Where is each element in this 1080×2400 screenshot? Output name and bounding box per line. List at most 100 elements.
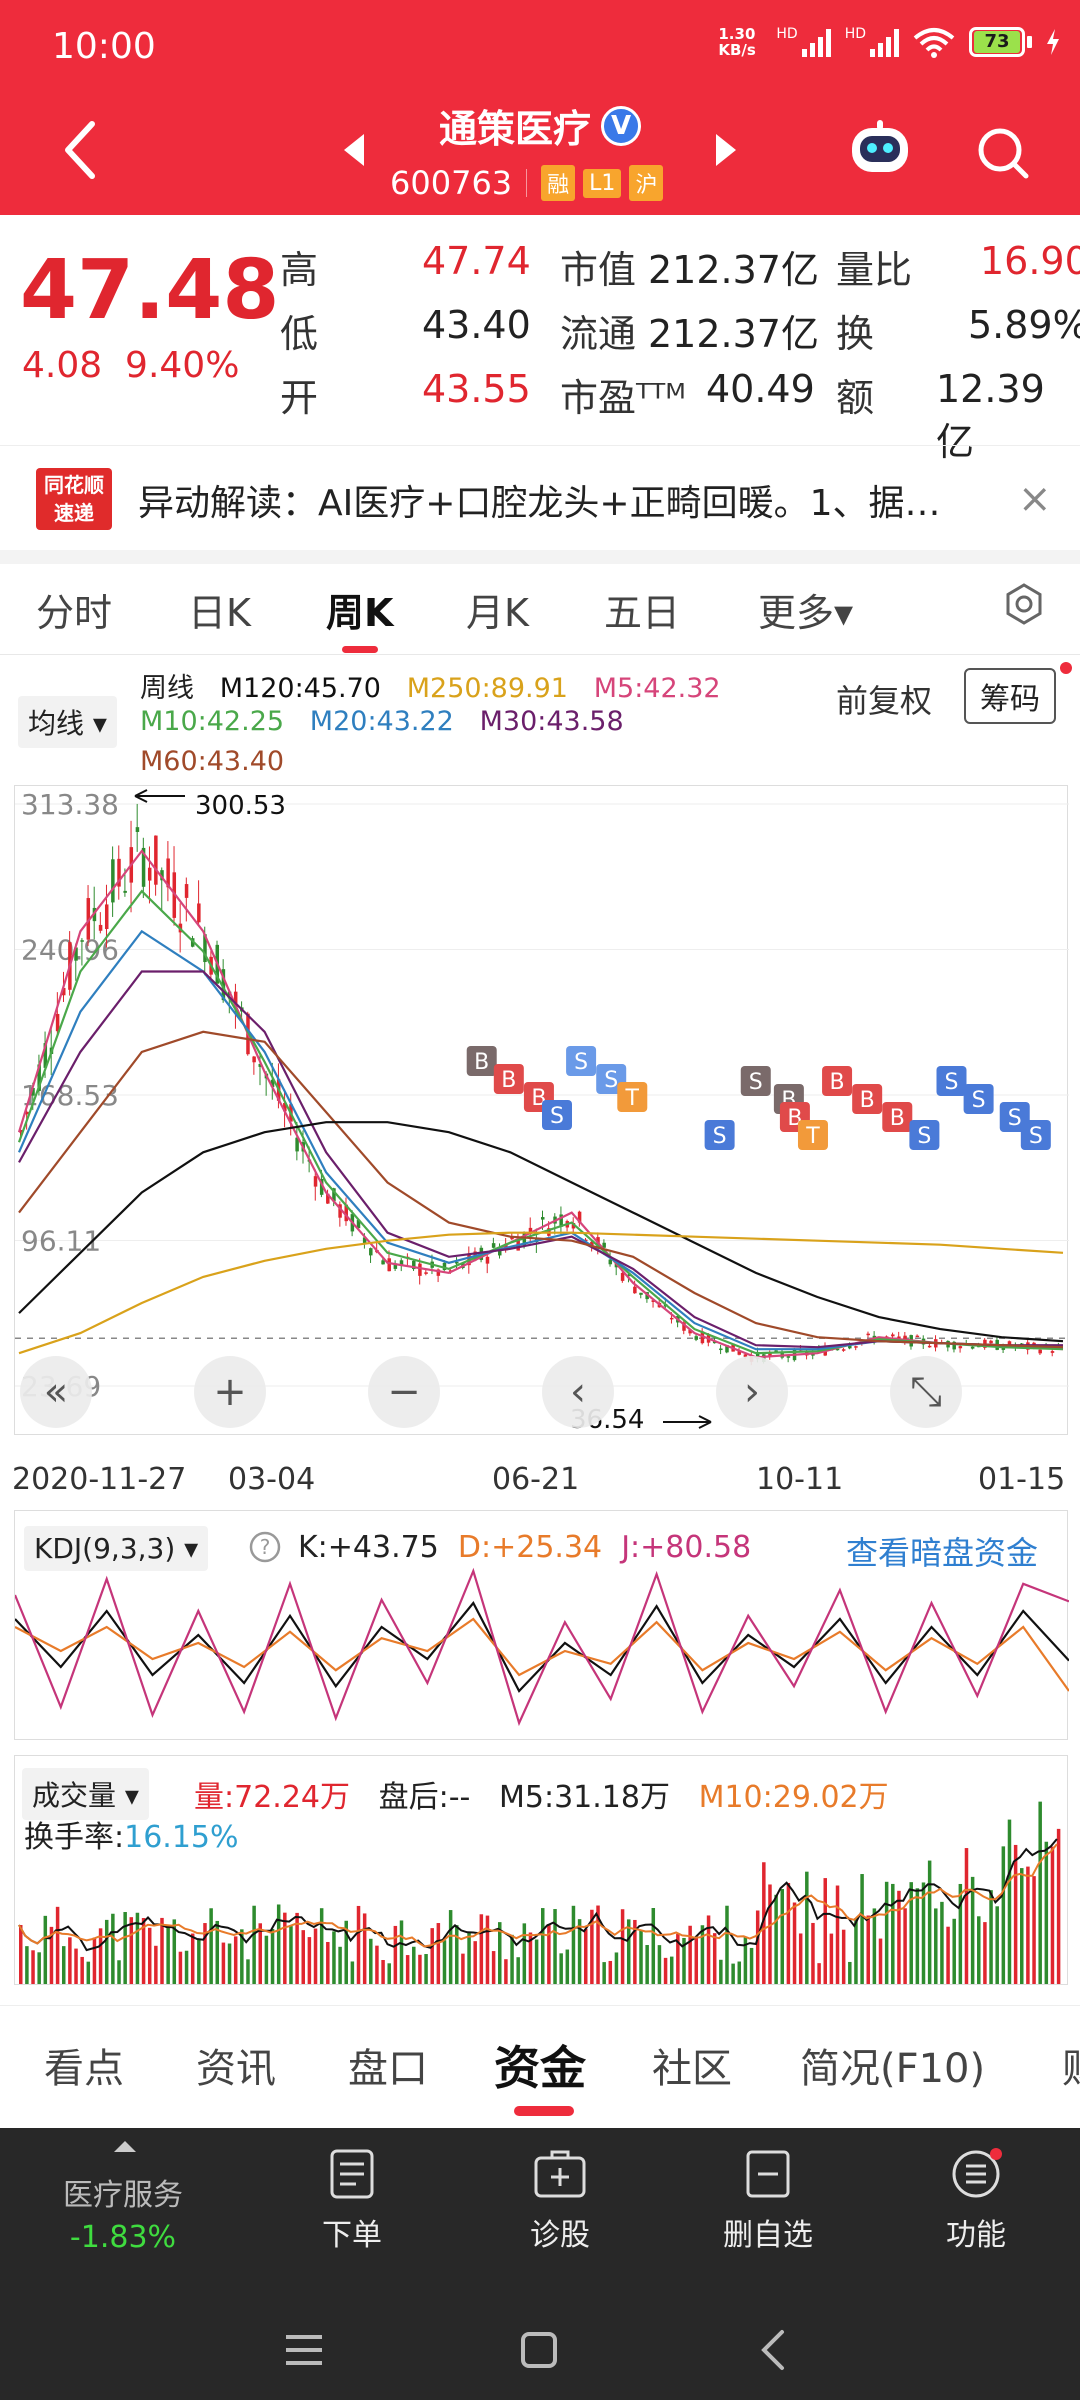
trade-marker-label: S: [749, 1070, 763, 1095]
order-button[interactable]: 下单: [282, 2148, 422, 2254]
volume-bar: [866, 1915, 870, 1984]
adjust-mode[interactable]: 前复权: [836, 676, 932, 722]
trade-marker-label: B: [860, 1088, 875, 1113]
volume-bar: [461, 1953, 465, 1984]
candle-body: [491, 1243, 496, 1248]
tab-order-book[interactable]: 盘口: [348, 2036, 428, 2094]
candle-body: [123, 890, 127, 893]
volume-bar: [381, 1960, 385, 1984]
volume-bar: [663, 1957, 668, 1984]
volume-bar: [841, 1929, 846, 1984]
volume-bar: [190, 1933, 195, 1984]
tab-five-day[interactable]: 五日: [604, 582, 680, 637]
volume-bar: [455, 1925, 459, 1984]
candle-body: [104, 904, 109, 930]
pe-label: 市盈ᵀᵀᴹ: [560, 376, 686, 420]
fullscreen-icon[interactable]: ⤡: [890, 1356, 962, 1428]
volume-bar: [964, 1848, 969, 1984]
scroll-left-fast-icon[interactable]: «: [20, 1356, 92, 1428]
turnover-rate: 换手率:16.15%: [24, 1820, 239, 1855]
volume-bar: [86, 1961, 91, 1984]
candle-body: [633, 1286, 637, 1294]
zoom-in-icon[interactable]: +: [194, 1356, 266, 1428]
news-ticker[interactable]: 同花顺 速递 异动解读：AI医疗+口腔龙头+正畸回暖。1、据… ×: [0, 445, 1080, 550]
mktcap-label: 市值: [560, 248, 637, 292]
tab-daily-k[interactable]: 日K: [188, 582, 251, 637]
volume-bar: [780, 1889, 785, 1984]
volume-bar: [835, 1885, 840, 1984]
y-tick-label: 96.11: [21, 1225, 101, 1258]
tab-more[interactable]: 更多▾: [758, 582, 853, 637]
scroll-left-icon[interactable]: ‹: [542, 1356, 614, 1428]
prev-stock-icon[interactable]: [344, 134, 364, 166]
sector-name[interactable]: 医疗服务: [48, 2170, 198, 2214]
news-headline[interactable]: 异动解读：AI医疗+口腔龙头+正畸回暖。1、据…: [138, 474, 978, 526]
close-icon[interactable]: ×: [1018, 476, 1052, 522]
functions-button[interactable]: 功能: [906, 2148, 1046, 2254]
k-line-chart[interactable]: 313.38240.96168.5396.1123.69BBBSSSTSSBBT…: [14, 785, 1069, 1435]
svg-text:?: ?: [260, 1535, 271, 1559]
tab-f10[interactable]: 简况(F10): [800, 2036, 985, 2094]
volume-bar: [706, 1915, 711, 1984]
volume-bar: [117, 1960, 121, 1984]
menu-icon[interactable]: [284, 2333, 324, 2367]
search-icon[interactable]: [976, 126, 1030, 180]
dark-pool-link[interactable]: 查看暗盘资金: [846, 1528, 1038, 1574]
robot-assistant-icon[interactable]: [848, 120, 912, 176]
volume-bar: [559, 1953, 563, 1984]
expand-up-icon[interactable]: [112, 2138, 138, 2154]
volume-bar: [805, 1871, 809, 1984]
volume-bar: [669, 1956, 674, 1984]
ma-line-m250: [18, 1231, 1064, 1355]
ma-legend-row2: M10:42.25 M20:43.22 M30:43.58: [140, 706, 624, 737]
volume-bar: [952, 1918, 956, 1984]
next-stock-icon[interactable]: [716, 134, 736, 166]
tab-weekly-k[interactable]: 周K: [326, 582, 393, 637]
tab-community[interactable]: 社区: [652, 2036, 732, 2094]
top-header: 10:00 1.30 KB/s HD HD 73 通策医疗 V 600763 融 …: [0, 0, 1080, 215]
volume-bar: [688, 1925, 692, 1984]
home-icon[interactable]: [520, 2331, 558, 2369]
volume-bar: [375, 1945, 379, 1984]
trade-marker-label: B: [830, 1070, 845, 1095]
volume-bar: [583, 1928, 588, 1984]
volume-bar: [467, 1932, 471, 1984]
wifi-icon: [913, 28, 955, 58]
active-info-tab-indicator: [514, 2106, 574, 2116]
remove-watchlist-button[interactable]: 删自选: [698, 2148, 838, 2254]
settings-icon[interactable]: [1002, 582, 1046, 626]
help-icon[interactable]: ?: [248, 1530, 282, 1564]
volume-bar: [1001, 1846, 1006, 1984]
candle-body: [854, 1346, 858, 1348]
ma-legend-row1: 周线 M120:45.70 M250:89.91 M5:42.32: [140, 673, 721, 704]
x-tick-4: 01-15: [978, 1462, 1066, 1497]
volume-bar: [491, 1951, 496, 1984]
nav-back-icon[interactable]: [760, 2329, 786, 2371]
net-speed: 1.30 KB/s: [718, 25, 756, 59]
pe-value: 40.49: [706, 367, 815, 411]
diagnose-button[interactable]: 诊股: [490, 2148, 630, 2254]
scroll-right-icon[interactable]: ›: [716, 1356, 788, 1428]
tab-monthly-k[interactable]: 月K: [466, 582, 529, 637]
x-tick-0: 2020-11-27: [12, 1462, 187, 1497]
tab-intraday[interactable]: 分时: [36, 582, 112, 637]
tab-highlights[interactable]: 看点: [44, 2036, 124, 2094]
back-icon[interactable]: [60, 120, 100, 180]
chips-button[interactable]: 筹码: [964, 668, 1056, 724]
x-tick-2: 06-21: [492, 1462, 580, 1497]
indicator-selector[interactable]: 均线 ▾: [18, 696, 117, 748]
volume-bar: [970, 1876, 975, 1984]
volume-bar: [319, 1908, 324, 1984]
volume-bar: [356, 1905, 361, 1984]
tab-capital[interactable]: 资金: [494, 2032, 586, 2098]
volume-bar: [792, 1902, 797, 1984]
volume-bar: [197, 1939, 201, 1984]
zoom-out-icon[interactable]: −: [368, 1356, 440, 1428]
volume-bar: [817, 1963, 821, 1984]
volume-bar: [786, 1882, 791, 1984]
tab-news[interactable]: 资讯: [196, 2036, 276, 2094]
tab-finance[interactable]: 财: [1062, 2036, 1080, 2094]
trade-marker-label: S: [972, 1088, 986, 1113]
kdj-selector[interactable]: KDJ(9,3,3) ▾: [24, 1526, 209, 1571]
trade-marker-label: B: [501, 1068, 516, 1093]
